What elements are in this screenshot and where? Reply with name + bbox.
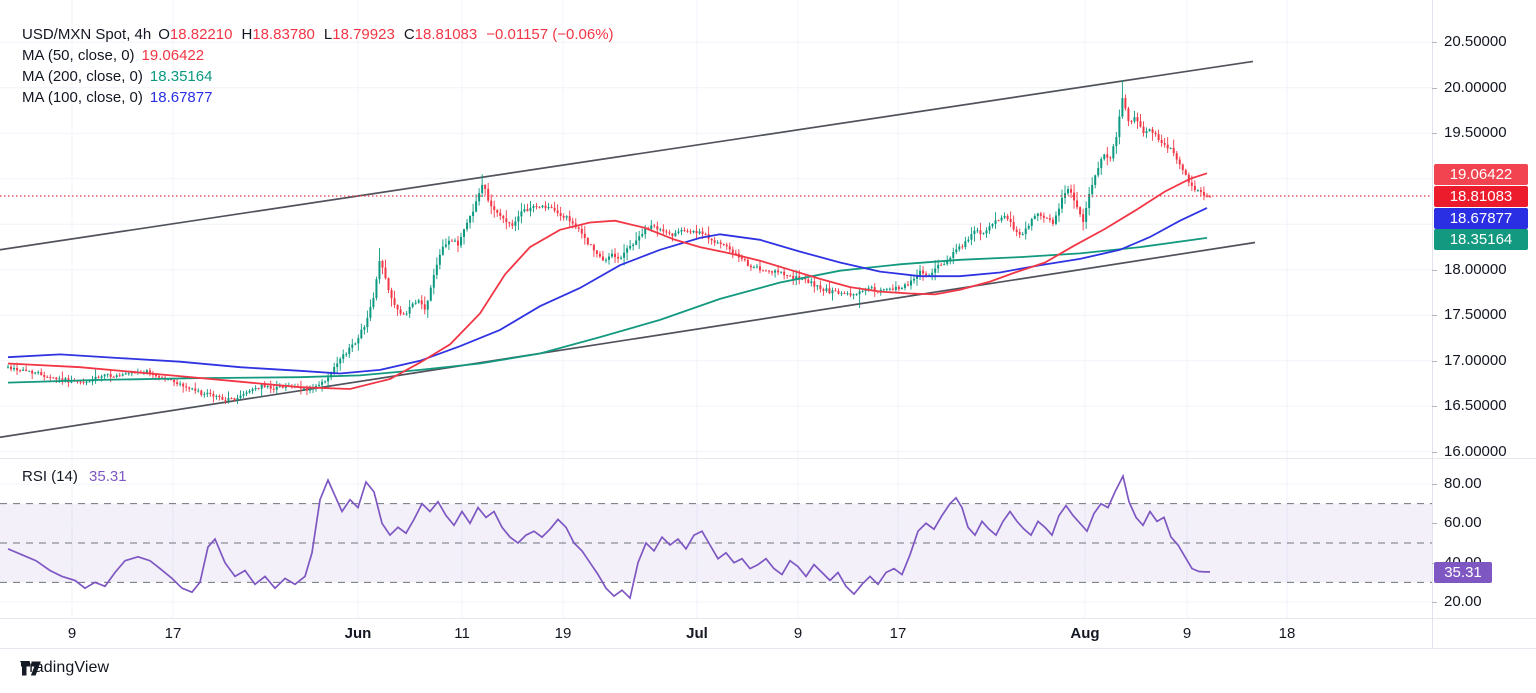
rsi-tick-label: 80.00 bbox=[1444, 475, 1482, 492]
price-tick-mark bbox=[1432, 87, 1437, 89]
price-tick-mark bbox=[1432, 133, 1437, 135]
footer-brand[interactable]: TradingView bbox=[20, 659, 109, 677]
candlestick-series bbox=[7, 80, 1211, 405]
time-axis[interactable]: 9 17 Jun 11 19 Jul 9 17 Aug 9 18 bbox=[0, 618, 1432, 648]
price-tick-mark bbox=[1432, 42, 1437, 44]
price-tick-label: 17.00000 bbox=[1444, 351, 1507, 369]
time-tick-label: Aug bbox=[1070, 625, 1100, 642]
price-tick-label: 18.00000 bbox=[1444, 260, 1507, 278]
time-tick-label: Jul bbox=[686, 625, 708, 642]
chart-bottom-border bbox=[0, 648, 1536, 649]
rsi-tick-label: 20.00 bbox=[1444, 592, 1482, 610]
price-axis-badge: 18.35164 bbox=[1434, 228, 1528, 250]
price-tick-mark bbox=[1432, 406, 1437, 408]
time-tick-label: 17 bbox=[889, 625, 907, 642]
price-axis-badge: 19.06422 bbox=[1434, 163, 1528, 185]
low-value: 18.79923 bbox=[332, 26, 395, 43]
price-tick-label: 16.00000 bbox=[1444, 442, 1507, 460]
ma100-label: MA (100, close, 0) bbox=[22, 89, 143, 106]
price-tick-mark bbox=[1432, 269, 1437, 271]
price-axis[interactable]: 20.50000 20.00000 19.50000 18.00000 17.50000… bbox=[1432, 0, 1536, 648]
legend: USD/MXN Spot, 4h O 18.82210 H 18.83780 L 18… bbox=[22, 24, 614, 108]
price-tick-label: 17.50000 bbox=[1444, 306, 1507, 324]
price-axis-badge: 18.67877 bbox=[1434, 207, 1528, 229]
price-tick-mark bbox=[1432, 360, 1437, 362]
ma50-label: MA (50, close, 0) bbox=[22, 47, 135, 64]
rsi-chart-canvas[interactable] bbox=[0, 458, 1432, 618]
price-tick-mark bbox=[1432, 315, 1437, 317]
rsi-tick-label: 60.00 bbox=[1444, 514, 1482, 532]
time-tick-label: Jun bbox=[344, 625, 372, 642]
price-tick-label: 19.50000 bbox=[1444, 124, 1507, 142]
time-tick-label: 9 bbox=[793, 625, 803, 642]
open-value: 18.82210 bbox=[169, 26, 233, 43]
rsi-tick-mark bbox=[1432, 484, 1437, 485]
open-label: O bbox=[158, 26, 170, 43]
time-tick-label: 17 bbox=[164, 625, 182, 642]
time-tick-label: 19 bbox=[554, 625, 572, 642]
rsi-legend[interactable]: RSI (14) 35.31 bbox=[22, 468, 127, 485]
legend-ma100-row[interactable]: MA (100, close, 0) 18.67877 bbox=[22, 87, 614, 108]
tradingview-logo-icon bbox=[21, 661, 41, 675]
symbol-title: USD/MXN Spot, 4h bbox=[22, 26, 152, 43]
ma200-label: MA (200, close, 0) bbox=[22, 68, 143, 85]
time-tick-label: 9 bbox=[1182, 625, 1192, 642]
channel-lower-trendline[interactable] bbox=[0, 241, 1256, 439]
price-axis-badge: 18.81083 bbox=[1434, 186, 1528, 207]
high-value: 18.83780 bbox=[252, 26, 315, 43]
change-value: −0.01157 (−0.06%) bbox=[486, 26, 614, 43]
ma200-value: 18.35164 bbox=[149, 68, 213, 85]
legend-ma200-row[interactable]: MA (200, close, 0) 18.35164 bbox=[22, 66, 614, 87]
close-label: C bbox=[403, 26, 415, 43]
tradingview-chart: USD/MXN Spot, 4h O 18.82210 H 18.83780 L 18… bbox=[0, 0, 1536, 693]
ma100-line bbox=[7, 207, 1208, 375]
price-tick-label: 20.00000 bbox=[1444, 78, 1507, 96]
ma50-value: 19.06422 bbox=[141, 47, 205, 64]
price-tick-label: 20.50000 bbox=[1444, 33, 1507, 51]
low-label: L bbox=[323, 26, 333, 43]
price-tick-mark bbox=[1432, 451, 1437, 453]
panel-separator[interactable] bbox=[0, 458, 1536, 459]
ma50-line bbox=[7, 172, 1208, 390]
time-tick-label: 9 bbox=[67, 625, 77, 642]
rsi-label: RSI (14) bbox=[22, 468, 78, 485]
time-tick-label: 11 bbox=[454, 625, 470, 642]
legend-ma50-row[interactable]: MA (50, close, 0) 19.06422 bbox=[22, 45, 614, 66]
price-tick-label: 16.50000 bbox=[1444, 397, 1507, 415]
legend-symbol-row[interactable]: USD/MXN Spot, 4h O 18.82210 H 18.83780 L 18… bbox=[22, 24, 614, 45]
rsi-axis-badge: 35.31 bbox=[1434, 561, 1492, 583]
rsi-tick-mark bbox=[1432, 601, 1437, 603]
rsi-value: 35.31 bbox=[89, 468, 127, 485]
ma100-value: 18.67877 bbox=[149, 89, 213, 106]
rsi-tick-mark bbox=[1432, 523, 1437, 525]
time-tick-label: 18 bbox=[1278, 625, 1296, 642]
close-value: 18.81083 bbox=[414, 26, 478, 43]
high-label: H bbox=[241, 26, 253, 43]
